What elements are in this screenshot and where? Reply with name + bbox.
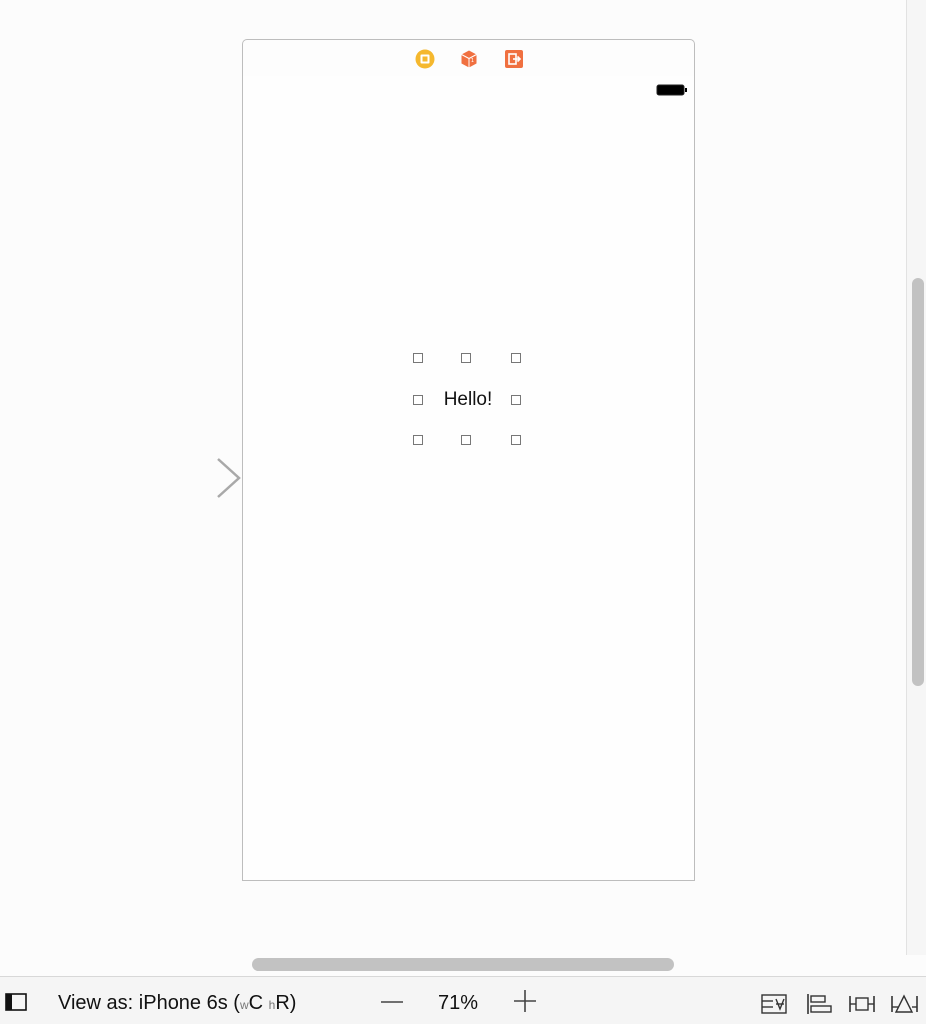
resize-handle-bottom[interactable] [461, 435, 471, 445]
pin-icon[interactable] [848, 993, 876, 1015]
hello-label[interactable]: Hello! [430, 388, 506, 412]
svg-text:1: 1 [471, 58, 474, 64]
width-class-prefix: w [239, 998, 249, 1012]
view-as-suffix: ) [289, 992, 297, 1014]
resize-handle-top[interactable] [461, 353, 471, 363]
zoom-level: 71% [438, 992, 479, 1014]
battery-icon [656, 84, 687, 96]
view-as-button[interactable]: View as: iPhone 6s (wC hR) [58, 991, 296, 1017]
horizontal-scrollbar-thumb[interactable] [252, 958, 674, 971]
align-icon[interactable] [805, 993, 833, 1015]
resolve-auto-layout-issues-icon[interactable] [890, 993, 918, 1015]
vertical-scrollbar-thumb[interactable] [912, 278, 924, 686]
view-controller-icon[interactable] [415, 49, 435, 69]
view-controller-scene[interactable] [242, 76, 695, 881]
canvas-bottom-bar: View as: iPhone 6s (wC hR) 71% [0, 976, 926, 1024]
resize-handle-top-left[interactable] [413, 353, 423, 363]
resize-handle-left[interactable] [413, 395, 423, 405]
resize-handle-right[interactable] [511, 395, 521, 405]
exit-icon[interactable] [504, 49, 524, 69]
embed-in-stack-icon[interactable] [760, 993, 788, 1015]
view-as-prefix: View as: iPhone 6s ( [58, 992, 240, 1014]
width-class-value: C [248, 992, 264, 1014]
resize-handle-bottom-right[interactable] [511, 435, 521, 445]
resize-handle-top-right[interactable] [511, 353, 521, 363]
height-class-value: R [275, 992, 290, 1014]
initial-view-controller-arrow[interactable] [120, 456, 244, 500]
document-outline-toggle-icon[interactable] [5, 993, 27, 1011]
zoom-in-icon[interactable] [513, 989, 537, 1013]
scene-dock[interactable]: 1 [242, 39, 695, 77]
zoom-out-icon[interactable] [380, 989, 404, 1013]
first-responder-icon[interactable]: 1 [459, 49, 479, 69]
resize-handle-bottom-left[interactable] [413, 435, 423, 445]
